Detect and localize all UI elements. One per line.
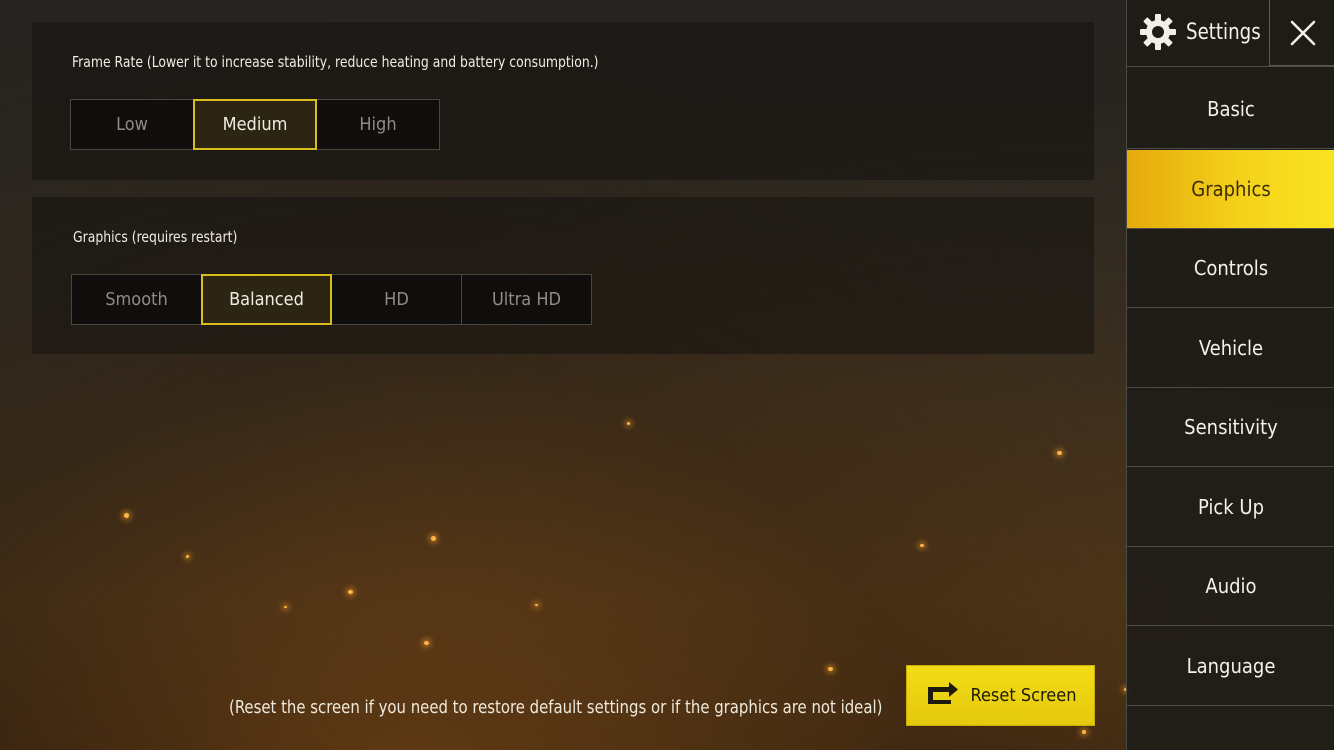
close-icon [1290,20,1315,45]
frame-rate-option-low[interactable]: Low [70,99,194,150]
graphics-quality-selector: Smooth Balanced HD Ultra HD [71,274,592,325]
settings-title-text: Settings [1186,19,1261,45]
close-button[interactable] [1269,0,1334,66]
reset-hint-text: (Reset the screen if you need to restore… [229,697,883,718]
sidebar-header: Settings [1127,0,1334,67]
frame-rate-selector: Low Medium High [70,99,440,150]
sidebar-item-basic[interactable]: Basic [1127,70,1334,149]
sidebar-item-vehicle[interactable]: Vehicle [1127,309,1334,388]
frame-rate-option-medium[interactable]: Medium [193,99,317,150]
graphics-section: Graphics (requires restart) Smooth Balan… [32,197,1094,354]
settings-title: Settings [1139,13,1267,51]
sidebar-item-graphics[interactable]: Graphics [1127,150,1334,229]
sidebar-item-controls[interactable]: Controls [1127,229,1334,308]
sidebar-item-pick-up[interactable]: Pick Up [1127,468,1334,547]
graphics-option-smooth[interactable]: Smooth [71,274,202,325]
frame-rate-label: Frame Rate (Lower it to increase stabili… [72,53,599,71]
frame-rate-section: Frame Rate (Lower it to increase stabili… [32,22,1094,180]
settings-sidebar: Settings Basic Graphics Controls Vehicle… [1126,0,1334,750]
reset-icon [925,680,961,711]
sidebar-item-language[interactable]: Language [1127,627,1334,706]
reset-screen-label: Reset Screen [970,685,1077,706]
graphics-option-hd[interactable]: HD [331,274,462,325]
graphics-label: Graphics (requires restart) [73,228,238,246]
sidebar-item-sensitivity[interactable]: Sensitivity [1127,388,1334,467]
graphics-option-balanced[interactable]: Balanced [201,274,332,325]
reset-screen-button[interactable]: Reset Screen [906,665,1095,726]
gear-icon [1140,14,1176,50]
sidebar-item-audio[interactable]: Audio [1127,547,1334,626]
frame-rate-option-high[interactable]: High [316,99,440,150]
graphics-option-ultra-hd[interactable]: Ultra HD [461,274,592,325]
